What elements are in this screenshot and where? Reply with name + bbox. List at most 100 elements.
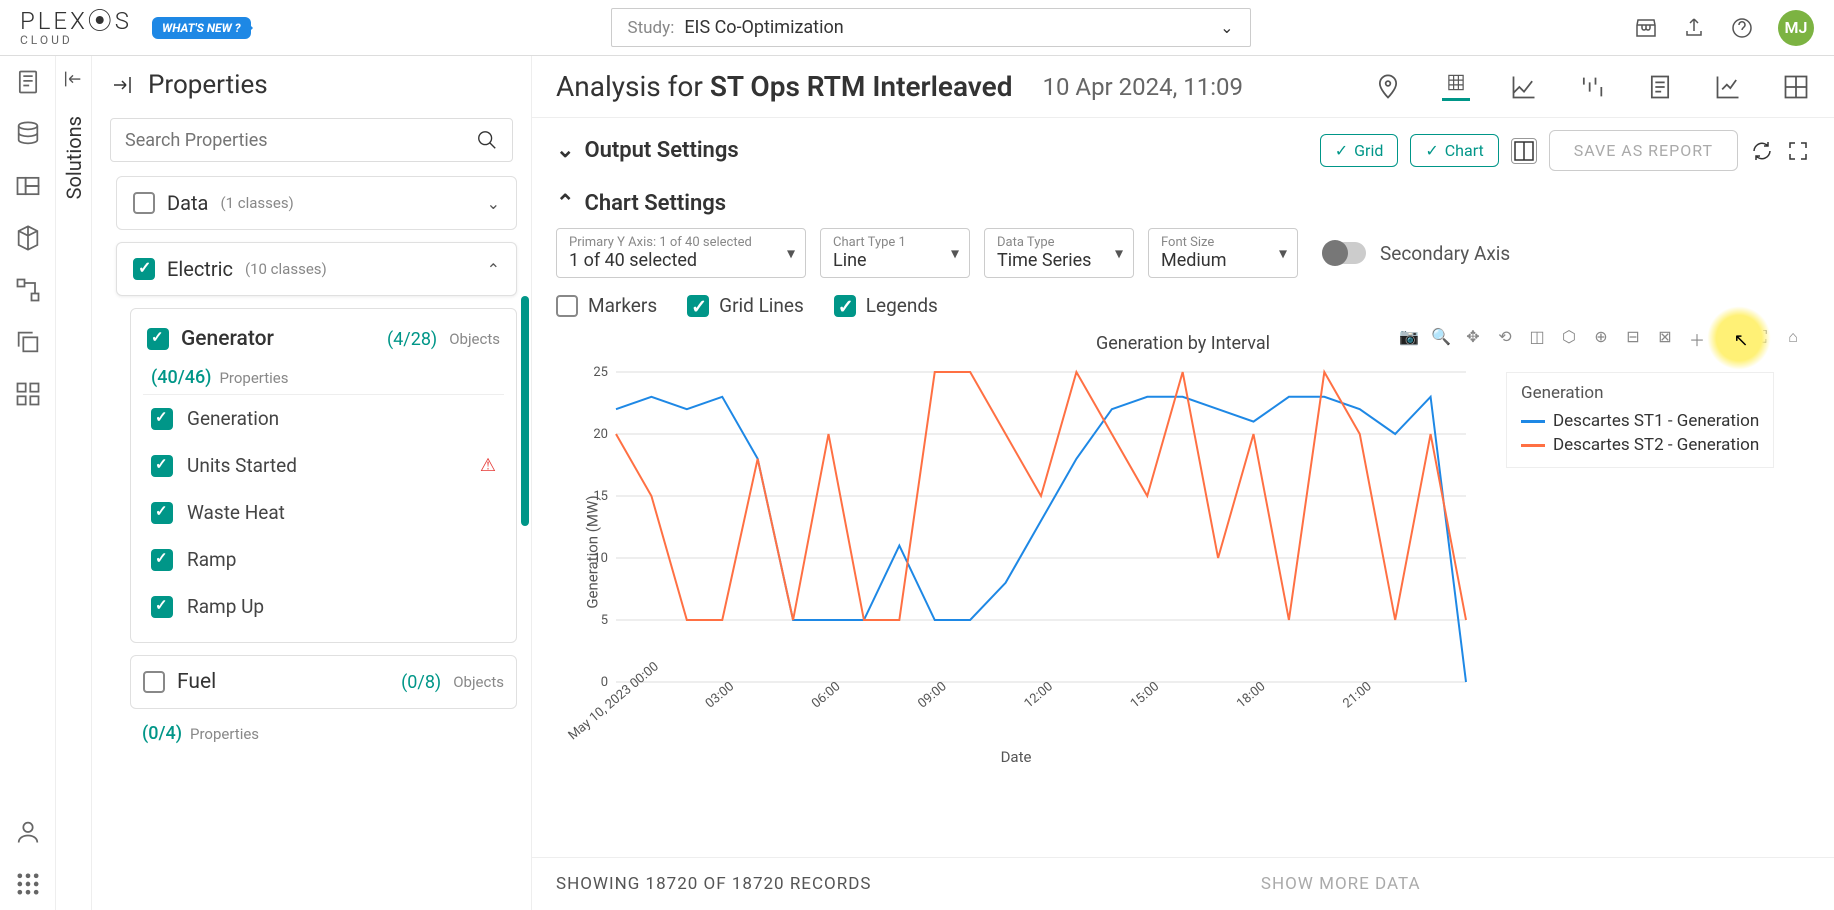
chart-settings-header[interactable]: ⌃Chart Settings [556,191,726,216]
help-icon[interactable] [1730,16,1754,40]
markers-checkbox[interactable]: Markers [556,294,657,317]
gridlines-checkbox[interactable]: Grid Lines [687,294,804,317]
database-icon[interactable] [14,120,42,148]
layout-icon[interactable] [1511,138,1537,164]
collapse-icon[interactable] [62,68,84,90]
chevron-down-icon: ▾ [787,244,795,263]
chevron-down-icon: ▾ [1279,244,1287,263]
legend-item[interactable]: Descartes ST2 - Generation [1521,433,1759,457]
secondary-axis-toggle[interactable] [1322,242,1366,264]
copy-icon[interactable] [14,328,42,356]
chart-type-dropdown[interactable]: Chart Type 1 Line ▾ [820,228,970,278]
chevron-up-icon: ⌃ [556,191,574,216]
analytics-icon[interactable] [1714,73,1742,101]
checkbox[interactable] [133,258,155,280]
properties-title: Properties [148,70,268,100]
property-row[interactable]: Ramp Up [143,583,504,630]
home-icon[interactable]: ⌂ [1782,327,1804,349]
property-row[interactable]: Units Started⚠ [143,442,504,489]
dashboard-icon[interactable] [1782,73,1810,101]
zoomin-icon[interactable]: ⊕ [1590,327,1612,349]
property-row[interactable]: Generation [143,395,504,442]
subgroup-fuel[interactable]: Fuel (0/8) Objects [130,655,517,709]
study-selector[interactable]: Study: EIS Co-Optimization ⌄ [611,8,1251,47]
legend-title: Generation [1521,383,1759,403]
warning-icon: ⚠ [480,455,496,476]
primary-axis-dropdown[interactable]: Primary Y Axis: 1 of 40 selected 1 of 40… [556,228,806,278]
checkbox[interactable] [147,328,169,350]
user-icon[interactable] [14,818,42,846]
output-settings-header[interactable]: ⌄Output Settings [556,138,739,163]
table-icon[interactable] [1442,73,1470,101]
properties-search[interactable] [110,118,513,162]
waterfall-icon[interactable] [1578,73,1606,101]
location-icon[interactable] [1374,73,1402,101]
pan-icon[interactable]: ✥ [1462,327,1484,349]
lasso-icon[interactable]: ⟲ [1494,327,1516,349]
fullscreen-icon[interactable] [1786,139,1810,163]
cube-icon[interactable] [14,224,42,252]
checkbox[interactable] [151,549,173,571]
tag-icon[interactable]: ⬡ [1558,327,1580,349]
chart-toggle[interactable]: ✓Chart [1410,134,1498,167]
property-row[interactable]: Ramp [143,536,504,583]
solutions-tab[interactable]: Solutions [56,56,92,910]
show-more-button[interactable]: SHOW MORE DATA [1261,874,1421,894]
font-size-dropdown[interactable]: Font Size Medium ▾ [1148,228,1298,278]
checkbox[interactable] [143,671,165,693]
whats-new-badge[interactable]: WHAT'S NEW ? [152,17,251,39]
chart-plot[interactable]: Generation (MW) 0510152025May 10, 2023 0… [556,362,1476,742]
properties-panel: Properties Data (1 classes) ⌄ Electric (… [92,56,532,910]
layers-icon[interactable] [14,172,42,200]
grid-icon[interactable] [14,380,42,408]
legend-item[interactable]: Descartes ST1 - Generation [1521,409,1759,433]
nav-rail [0,56,56,910]
flow-icon[interactable] [14,276,42,304]
chart-legend: Generation Descartes ST1 - GenerationDes… [1506,372,1774,468]
apps-icon[interactable] [14,870,42,898]
subgroup-name: Generator [181,327,274,351]
group-data[interactable]: Data (1 classes) ⌄ [116,176,517,230]
group-electric[interactable]: Electric (10 classes) ⌃ [116,242,517,296]
user-avatar[interactable]: MJ [1778,10,1814,46]
svg-text:25: 25 [593,365,608,380]
expand-icon[interactable] [110,73,134,97]
svg-text:21:00: 21:00 [1340,679,1374,711]
checkbox[interactable] [151,596,173,618]
object-label: Objects [449,330,500,348]
checkbox[interactable] [133,192,155,214]
data-type-dropdown[interactable]: Data Type Time Series ▾ [984,228,1134,278]
save-report-button[interactable]: SAVE AS REPORT [1549,130,1738,171]
svg-text:May 10, 2023 00:00: May 10, 2023 00:00 [566,659,662,742]
checkbox[interactable] [151,455,173,477]
chart-icon[interactable] [1510,73,1538,101]
scrollbar[interactable] [521,296,529,526]
legends-checkbox[interactable]: Legends [834,294,938,317]
content-area: Analysis for ST Ops RTM Interleaved 10 A… [532,56,1834,910]
select-icon[interactable]: ◫ [1526,327,1548,349]
camera-icon[interactable]: 📷 [1398,327,1420,349]
property-row[interactable]: Waste Heat [143,489,504,536]
document-icon[interactable] [14,68,42,96]
logo-text: PLEX⦿S [20,9,132,33]
svg-text:18:00: 18:00 [1234,679,1268,711]
prop-ratio: (40/46) [151,367,211,388]
autoscale-icon[interactable]: ⊠ [1654,327,1676,349]
svg-text:12:00: 12:00 [1022,679,1056,711]
share-icon[interactable] [1682,16,1706,40]
search-input[interactable] [125,130,476,151]
refresh-icon[interactable] [1750,139,1774,163]
marketplace-icon[interactable] [1634,16,1658,40]
group-count: (10 classes) [245,260,327,278]
checkbox[interactable] [151,502,173,524]
svg-text:15:00: 15:00 [1128,679,1162,711]
object-label: Objects [453,673,504,691]
prop-label: Properties [190,725,259,743]
report-icon[interactable] [1646,73,1674,101]
zoomout-icon[interactable]: ⊟ [1622,327,1644,349]
grid-toggle[interactable]: ✓Grid [1320,134,1399,167]
plus-icon[interactable]: ＋ [1686,327,1708,349]
checkbox[interactable] [151,408,173,430]
subgroup-header[interactable]: Generator (4/28) Objects [143,321,504,357]
zoom-icon[interactable]: 🔍 [1430,327,1452,349]
